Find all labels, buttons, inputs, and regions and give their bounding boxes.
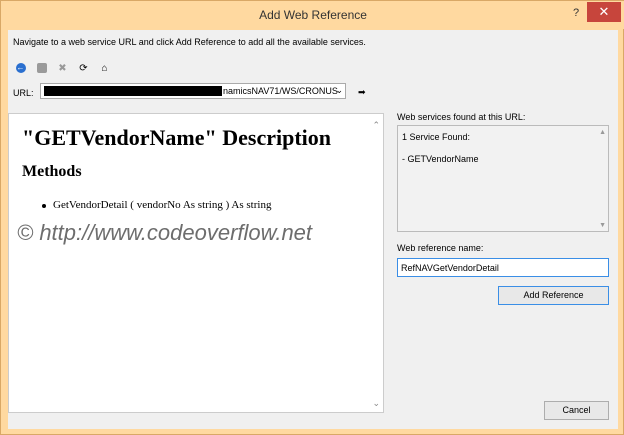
description-scrollbar[interactable]: ⌃ ⌄ — [369, 114, 383, 412]
back-arrow-icon: ← — [15, 63, 26, 73]
services-found-box: 1 Service Found: - GETVendorName ▲ ▼ — [397, 125, 609, 232]
scroll-up-icon[interactable]: ⌃ — [372, 120, 380, 131]
url-value: namicsNAV71/WS/CRONUS — [223, 86, 338, 96]
reference-name-label: Web reference name: — [397, 243, 484, 253]
service-list-item: - GETVendorName — [402, 154, 479, 164]
service-count-text: 1 Service Found: — [402, 132, 471, 142]
forward-disabled-icon — [36, 63, 47, 73]
dialog-body: Navigate to a web service URL and click … — [8, 30, 618, 429]
reference-name-input[interactable] — [397, 258, 609, 277]
instructions-text: Navigate to a web service URL and click … — [13, 37, 366, 47]
home-icon: ⌂ — [101, 62, 108, 74]
refresh-button[interactable]: ⟳ — [77, 62, 90, 75]
window-title: Add Web Reference — [259, 8, 367, 22]
services-found-label: Web services found at this URL: — [397, 112, 526, 122]
methods-heading: Methods — [22, 163, 82, 180]
navigation-toolbar: ← ✖ ⟳ ⌂ — [14, 60, 111, 76]
dialog-window: Add Web Reference ? ✕ Navigate to a web … — [0, 0, 624, 435]
forward-button[interactable] — [35, 62, 48, 75]
scroll-down-icon[interactable]: ⌄ — [372, 398, 380, 409]
refresh-icon: ⟳ — [79, 62, 88, 74]
stop-icon: ✖ — [58, 62, 67, 74]
method-link[interactable]: GetVendorDetail ( vendorNo As string ) A… — [53, 199, 271, 211]
cancel-button[interactable]: Cancel — [544, 401, 609, 420]
chevron-down-icon[interactable]: ⌄ — [335, 85, 343, 96]
go-button[interactable]: ➡ — [358, 87, 370, 97]
add-reference-button[interactable]: Add Reference — [498, 286, 609, 305]
url-label: URL: — [13, 88, 34, 98]
back-button[interactable]: ← — [14, 62, 27, 75]
url-redaction — [44, 86, 222, 96]
services-scroll-up-icon[interactable]: ▲ — [599, 129, 606, 136]
method-bullet — [42, 204, 46, 208]
close-button[interactable]: ✕ — [587, 2, 621, 22]
service-description-pane: "GETVendorName" Description Methods GetV… — [8, 113, 384, 413]
watermark-text: © http://www.codeoverflow.net — [17, 220, 313, 245]
help-button[interactable]: ? — [570, 7, 582, 21]
services-scroll-down-icon[interactable]: ▼ — [599, 222, 606, 229]
url-combobox[interactable]: namicsNAV71/WS/CRONUS ⌄ — [40, 83, 346, 99]
description-title: "GETVendorName" Description — [22, 125, 331, 150]
title-bar: Add Web Reference ? ✕ — [1, 1, 624, 29]
stop-button[interactable]: ✖ — [56, 62, 69, 75]
home-button[interactable]: ⌂ — [98, 62, 111, 75]
